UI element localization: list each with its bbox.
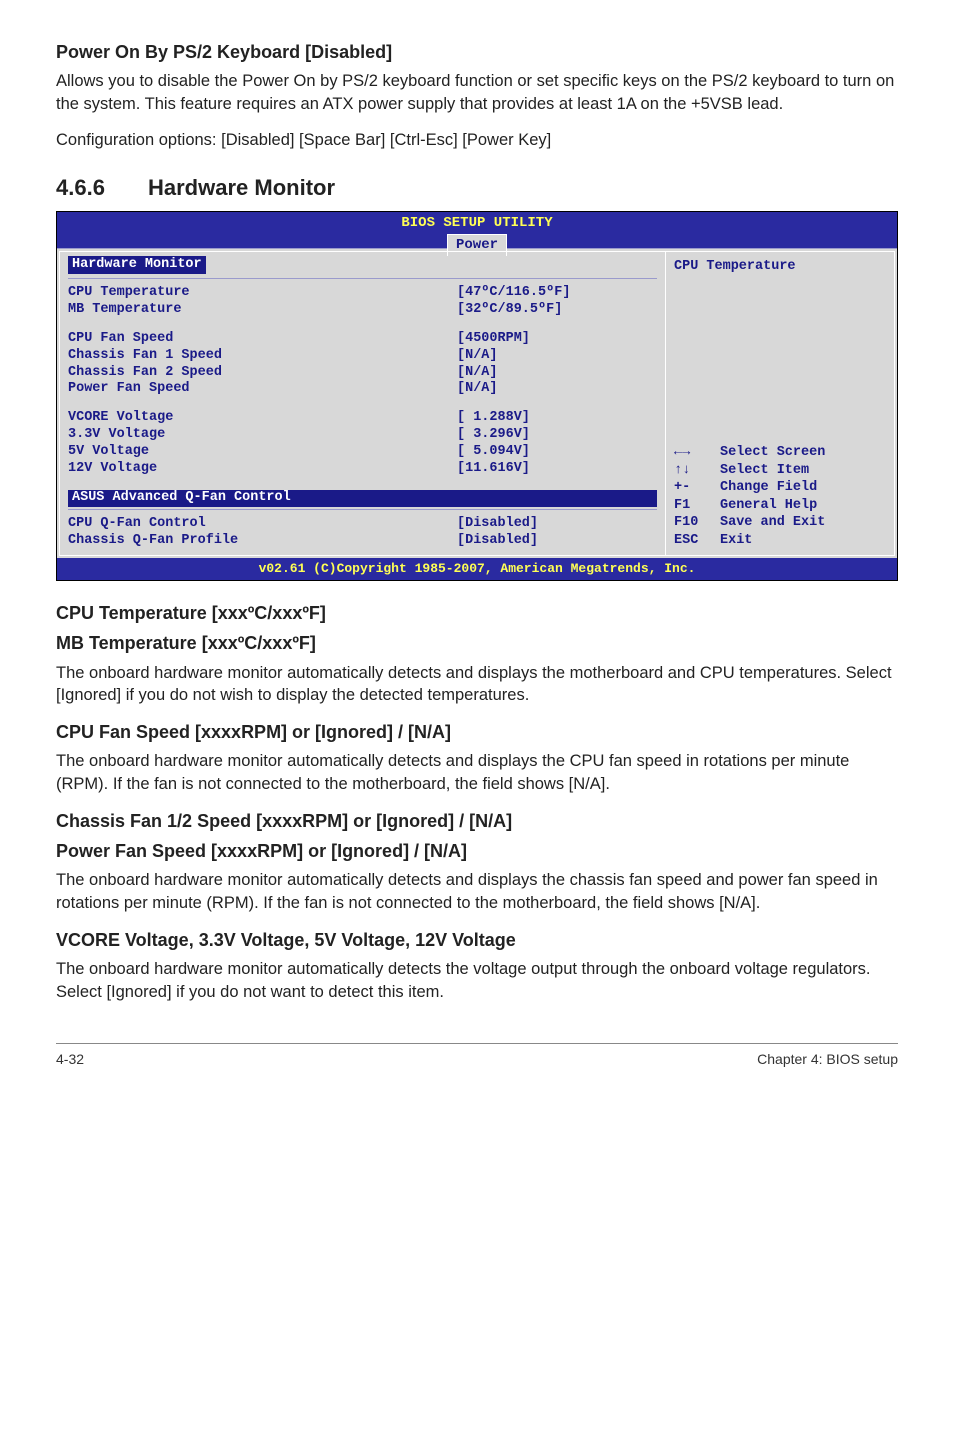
bios-value: [ 5.094V]	[457, 444, 657, 461]
bios-help-row: F10Save and Exit	[674, 514, 886, 532]
bios-value: [47ºC/116.5ºF]	[457, 285, 657, 302]
paragraph: The onboard hardware monitor automatical…	[56, 958, 898, 1003]
bios-row[interactable]: 12V Voltage[11.616V]	[68, 461, 657, 478]
key-hint: F10	[674, 514, 720, 532]
bios-row[interactable]: Chassis Q-Fan Profile[Disabled]	[68, 533, 657, 550]
divider	[68, 278, 657, 279]
bios-help-panel: CPU Temperature ←→Select Screen ↑↓Select…	[665, 251, 895, 557]
bios-label: Power Fan Speed	[68, 381, 457, 398]
bios-value: [32ºC/89.5ºF]	[457, 302, 657, 319]
heading-power-on-ps2: Power On By PS/2 Keyboard [Disabled]	[56, 40, 898, 64]
bios-help-row: ESCExit	[674, 532, 886, 550]
page-footer: 4-32 Chapter 4: BIOS setup	[56, 1043, 898, 1069]
bios-value: [4500RPM]	[457, 331, 657, 348]
key-hint: F1	[674, 497, 720, 515]
heading-voltages: VCORE Voltage, 3.3V Voltage, 5V Voltage,…	[56, 928, 898, 952]
heading-chassis-fan: Chassis Fan 1/2 Speed [xxxxRPM] or [Igno…	[56, 809, 898, 833]
bios-label: 3.3V Voltage	[68, 427, 457, 444]
bios-row[interactable]: CPU Temperature[47ºC/116.5ºF]	[68, 285, 657, 302]
bios-row[interactable]: Chassis Fan 1 Speed[N/A]	[68, 348, 657, 365]
bios-row[interactable]: MB Temperature[32ºC/89.5ºF]	[68, 302, 657, 319]
bios-help-title: CPU Temperature	[674, 258, 886, 276]
bios-value: [N/A]	[457, 365, 657, 382]
key-desc: Select Screen	[720, 444, 825, 462]
bios-help-row: ←→Select Screen	[674, 444, 886, 462]
bios-help-row: F1General Help	[674, 497, 886, 515]
bios-row[interactable]: 3.3V Voltage[ 3.296V]	[68, 427, 657, 444]
bios-label: ASUS Advanced Q-Fan Control	[68, 490, 657, 507]
bios-label: Chassis Fan 2 Speed	[68, 365, 457, 382]
bios-row[interactable]: CPU Q-Fan Control[Disabled]	[68, 516, 657, 533]
chapter-label: Chapter 4: BIOS setup	[757, 1050, 898, 1069]
bios-titlebar: BIOS SETUP UTILITY Power	[57, 212, 897, 248]
bios-value: [N/A]	[457, 381, 657, 398]
bios-value: [Disabled]	[457, 516, 657, 533]
bios-title: BIOS SETUP UTILITY	[57, 212, 897, 233]
bios-value: [ 1.288V]	[457, 410, 657, 427]
bios-label: VCORE Voltage	[68, 410, 457, 427]
heading-cpu-fan: CPU Fan Speed [xxxxRPM] or [Ignored] / […	[56, 720, 898, 744]
bios-label: 5V Voltage	[68, 444, 457, 461]
key-hint: ↑↓	[674, 462, 720, 480]
bios-footer: v02.61 (C)Copyright 1985-2007, American …	[57, 558, 897, 580]
bios-screenshot: BIOS SETUP UTILITY Power Hardware Monito…	[56, 211, 898, 581]
bios-label: CPU Temperature	[68, 285, 457, 302]
paragraph: The onboard hardware monitor automatical…	[56, 662, 898, 707]
bios-row[interactable]: Chassis Fan 2 Speed[N/A]	[68, 365, 657, 382]
heading-mb-temp: MB Temperature [xxxºC/xxxºF]	[56, 631, 898, 655]
section-number: 4.6.6	[56, 173, 148, 203]
bios-panel-title: Hardware Monitor	[68, 256, 206, 274]
bios-row[interactable]: VCORE Voltage[ 1.288V]	[68, 410, 657, 427]
key-desc: Exit	[720, 532, 752, 550]
section-heading: 4.6.6Hardware Monitor	[56, 173, 898, 203]
bios-row[interactable]: Power Fan Speed[N/A]	[68, 381, 657, 398]
bios-label: CPU Q-Fan Control	[68, 516, 457, 533]
bios-left-panel: Hardware Monitor CPU Temperature[47ºC/11…	[59, 251, 665, 557]
key-hint: ←→	[674, 444, 720, 462]
bios-help-row: +-Change Field	[674, 479, 886, 497]
bios-value: [N/A]	[457, 348, 657, 365]
paragraph: Allows you to disable the Power On by PS…	[56, 70, 898, 115]
bios-row[interactable]: 5V Voltage[ 5.094V]	[68, 444, 657, 461]
paragraph: Configuration options: [Disabled] [Space…	[56, 129, 898, 151]
bios-row[interactable]: CPU Fan Speed[4500RPM]	[68, 331, 657, 348]
paragraph: The onboard hardware monitor automatical…	[56, 869, 898, 914]
section-title: Hardware Monitor	[148, 175, 335, 200]
bios-row-selected[interactable]: ASUS Advanced Q-Fan Control	[68, 490, 657, 507]
key-hint: ESC	[674, 532, 720, 550]
divider	[68, 509, 657, 510]
key-hint: +-	[674, 479, 720, 497]
bios-value: [Disabled]	[457, 533, 657, 550]
key-desc: General Help	[720, 497, 817, 515]
bios-label: MB Temperature	[68, 302, 457, 319]
bios-label: 12V Voltage	[68, 461, 457, 478]
key-desc: Change Field	[720, 479, 817, 497]
heading-cpu-temp: CPU Temperature [xxxºC/xxxºF]	[56, 601, 898, 625]
bios-value: [11.616V]	[457, 461, 657, 478]
heading-power-fan: Power Fan Speed [xxxxRPM] or [Ignored] /…	[56, 839, 898, 863]
bios-label: CPU Fan Speed	[68, 331, 457, 348]
bios-label: Chassis Q-Fan Profile	[68, 533, 457, 550]
bios-value: [ 3.296V]	[457, 427, 657, 444]
key-desc: Select Item	[720, 462, 809, 480]
key-desc: Save and Exit	[720, 514, 825, 532]
paragraph: The onboard hardware monitor automatical…	[56, 750, 898, 795]
page-number: 4-32	[56, 1050, 84, 1069]
bios-help-row: ↑↓Select Item	[674, 462, 886, 480]
bios-label: Chassis Fan 1 Speed	[68, 348, 457, 365]
